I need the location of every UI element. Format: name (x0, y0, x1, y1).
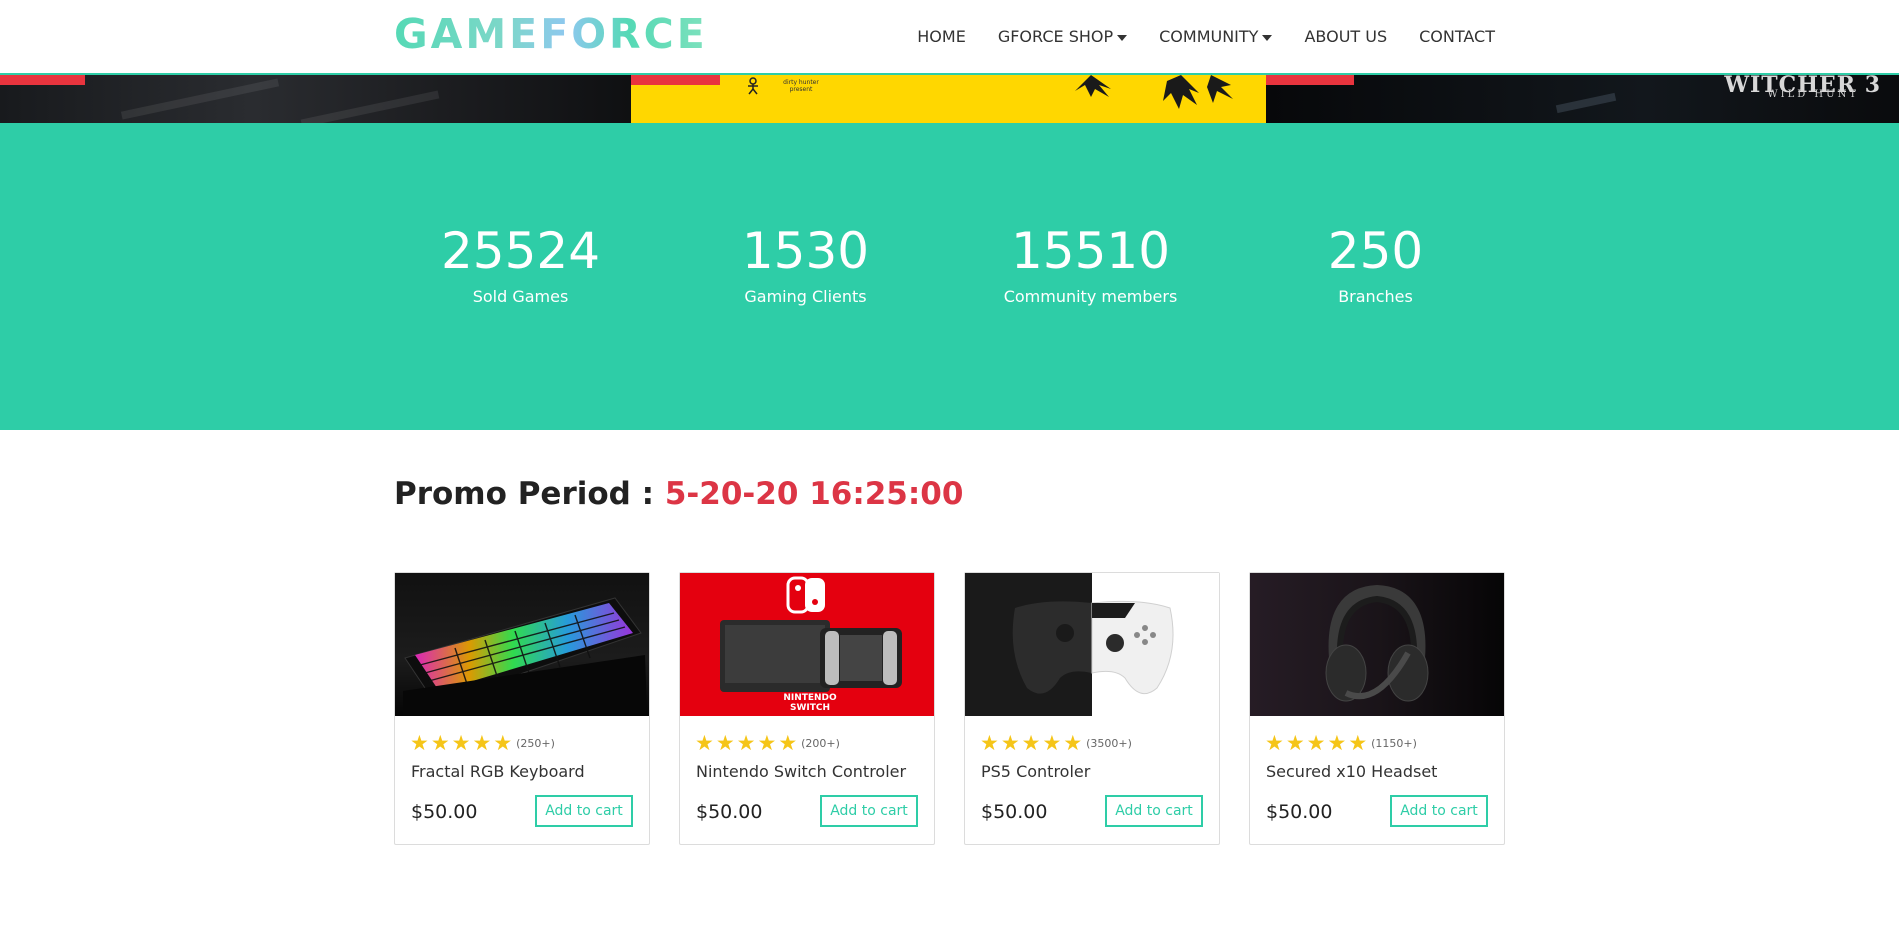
star-icon: ★ (1306, 731, 1326, 755)
star-icon: ★ (451, 731, 471, 755)
witcher-logo-subtitle: WILD HUNT (1767, 89, 1859, 100)
nav-contact[interactable]: CONTACT (1419, 27, 1495, 46)
nav-about-us-label: ABOUT US (1304, 27, 1388, 46)
product-rating: ★ ★ ★ ★ ★ (250+) (410, 733, 555, 754)
add-to-cart-button[interactable]: Add to cart (1105, 795, 1203, 827)
nav-gforce-shop[interactable]: GFORCE SHOP (997, 27, 1128, 46)
rating-count: (250+) (516, 737, 555, 750)
stats-section: 25524 Sold Games 1530 Gaming Clients 155… (0, 123, 1899, 430)
product-card[interactable]: NINTENDO SWITCH ★ ★ ★ ★ ★ (200+) Nintendo Sw… (679, 572, 935, 845)
stat-label: Gaming Clients (744, 287, 867, 306)
stick-figure-icon (748, 77, 758, 95)
nav-gforce-shop-label: GFORCE SHOP (997, 27, 1114, 46)
caret-down-icon (1117, 34, 1128, 41)
promo-countdown: 5-20-20 16:25:00 (664, 476, 964, 512)
star-icon: ★ (1000, 731, 1020, 755)
star-icon: ★ (1348, 731, 1368, 755)
product-name[interactable]: PS5 Controler (981, 762, 1090, 781)
stat-label: Sold Games (472, 287, 569, 306)
star-icon: ★ (980, 731, 999, 755)
stat-label: Community members (1003, 287, 1178, 306)
product-price: $50.00 (696, 801, 763, 823)
rating-count: (200+) (801, 737, 840, 750)
banner-racing-image[interactable] (0, 75, 631, 123)
product-card[interactable]: ★ ★ ★ ★ ★ (250+) Fractal RGB Keyboard $50.00… (394, 572, 650, 845)
star-icon: ★ (1042, 731, 1062, 755)
rating-count: (1150+) (1371, 737, 1417, 750)
stat-value: 1530 (741, 222, 870, 280)
game-banner-carousel[interactable]: dirty hunter present WITCHER 3 WILD HUNT (0, 75, 1899, 123)
star-icon: ★ (493, 731, 513, 755)
product-rating: ★ ★ ★ ★ ★ (1150+) (1265, 733, 1417, 754)
stat-gaming-clients: 1530 Gaming Clients (663, 223, 948, 306)
banner-yellow-game-image[interactable]: dirty hunter present (631, 75, 1266, 123)
headset-illustration (1325, 584, 1429, 702)
star-icon: ★ (430, 731, 450, 755)
promo-label: Promo Period : (394, 476, 665, 512)
stat-value: 250 (1327, 222, 1424, 280)
star-icon: ★ (1285, 731, 1305, 755)
add-to-cart-button[interactable]: Add to cart (820, 795, 918, 827)
rating-count: (3500+) (1086, 737, 1132, 750)
star-icon: ★ (1021, 731, 1041, 755)
add-to-cart-button[interactable]: Add to cart (1390, 795, 1488, 827)
product-price: $50.00 (981, 801, 1048, 823)
star-icon: ★ (410, 731, 429, 755)
banner-decoration (300, 90, 440, 123)
banner-red-accent (1266, 75, 1354, 85)
ps5-controller-image[interactable] (965, 573, 1219, 716)
switch-image[interactable]: NINTENDO SWITCH (680, 573, 934, 716)
product-rating: ★ ★ ★ ★ ★ (200+) (695, 733, 840, 754)
banner-decoration (1555, 92, 1617, 114)
star-icon: ★ (715, 731, 735, 755)
brand-logo[interactable]: GAMEFORCE (394, 10, 708, 58)
product-price: $50.00 (1266, 801, 1333, 823)
claw-silhouette-icon (1075, 75, 1233, 109)
nav-contact-label: CONTACT (1419, 27, 1495, 46)
ps5-controller-illustration (1012, 600, 1174, 695)
banner-red-accent (0, 75, 85, 85)
nav-community[interactable]: COMMUNITY (1159, 27, 1273, 46)
nav-home[interactable]: HOME (917, 27, 966, 46)
product-card[interactable]: ★ ★ ★ ★ ★ (3500+) PS5 Controler $50.00 Add t… (964, 572, 1220, 845)
banner-witcher-image[interactable]: WITCHER 3 WILD HUNT (1266, 75, 1899, 123)
product-name[interactable]: Secured x10 Headset (1266, 762, 1437, 781)
star-icon: ★ (1265, 731, 1284, 755)
star-icon: ★ (1063, 731, 1083, 755)
product-name[interactable]: Fractal RGB Keyboard (411, 762, 585, 781)
stat-community-members: 15510 Community members (948, 223, 1233, 306)
product-card[interactable]: ★ ★ ★ ★ ★ (1150+) Secured x10 Headset $50.00… (1249, 572, 1505, 845)
navbar: GAMEFORCE HOME GFORCE SHOP COMMUNITY ABO… (0, 0, 1899, 75)
promo-heading: Promo Period : 5-20-20 16:25:00 (394, 476, 963, 512)
keyboard-illustration (403, 597, 647, 716)
banner-small-caption: dirty hunter present (783, 79, 819, 93)
star-icon: ★ (736, 731, 756, 755)
stat-branches: 250 Branches (1233, 223, 1518, 306)
product-name[interactable]: Nintendo Switch Controler (696, 762, 906, 781)
star-icon: ★ (472, 731, 492, 755)
switch-logo-text: NINTENDO SWITCH (783, 693, 837, 713)
star-icon: ★ (778, 731, 798, 755)
add-to-cart-button[interactable]: Add to cart (535, 795, 633, 827)
stat-value: 25524 (440, 222, 601, 280)
product-rating: ★ ★ ★ ★ ★ (3500+) (980, 733, 1132, 754)
nav-about-us[interactable]: ABOUT US (1304, 27, 1387, 46)
nav-home-label: HOME (917, 27, 966, 46)
banner-decoration (120, 78, 280, 120)
star-icon: ★ (757, 731, 777, 755)
star-icon: ★ (695, 731, 714, 755)
stat-label: Branches (1338, 287, 1413, 306)
star-icon: ★ (1327, 731, 1347, 755)
headset-image[interactable] (1250, 573, 1504, 716)
nav-community-label: COMMUNITY (1159, 27, 1259, 46)
banner-red-accent (631, 75, 720, 85)
nav-menu: HOME GFORCE SHOP COMMUNITY ABOUT US CONT… (885, 0, 1495, 73)
product-price: $50.00 (411, 801, 478, 823)
caret-down-icon (1262, 34, 1273, 41)
stat-value: 15510 (1010, 222, 1171, 280)
keyboard-image[interactable] (395, 573, 649, 716)
stat-sold-games: 25524 Sold Games (378, 223, 663, 306)
